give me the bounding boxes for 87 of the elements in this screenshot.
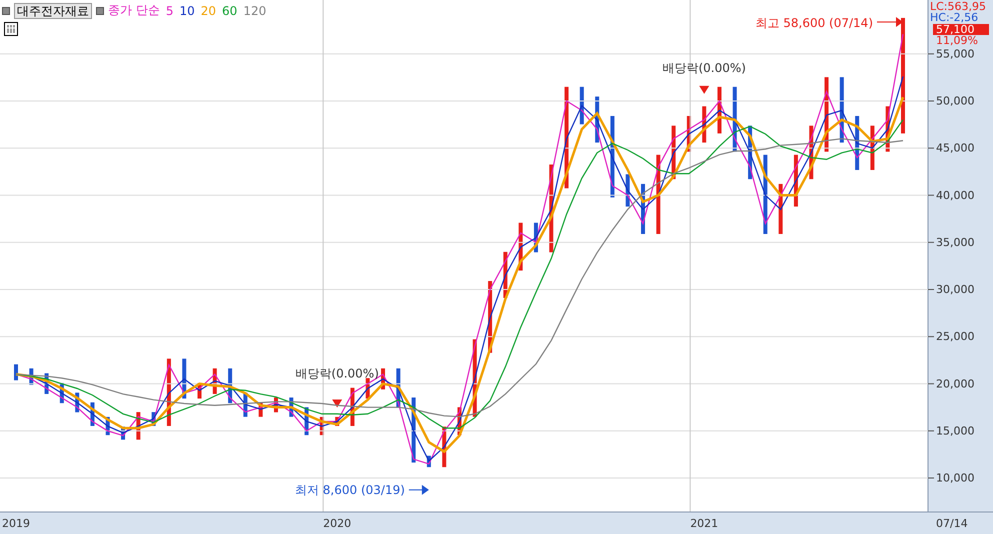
candle [518,222,523,271]
candle [274,398,278,412]
candle [426,456,431,468]
candle [335,416,340,426]
legend-label: 5 [166,4,174,18]
ex-dividend-marker-drawing [332,399,342,408]
candle [534,222,538,252]
candle [702,106,706,143]
candle [243,392,248,417]
candle [29,368,34,385]
candle [212,368,217,394]
high-price-label: 최고 58,600 (07/14) [755,16,873,30]
candle [75,392,80,412]
candle [809,126,814,180]
x-axis-label: 2021 [690,517,718,530]
legend-label: 60 [222,4,238,18]
candle [778,184,783,234]
candle [366,378,370,399]
ex-dividend-label: 배당락(0.00%) [295,366,379,380]
y-axis-label: 15,000 [936,424,974,438]
candle [595,96,600,143]
candle [121,426,126,440]
candle [106,416,110,436]
candle [458,407,462,436]
candle [886,106,890,152]
high-arrow [876,17,903,27]
low-arrow [408,484,429,495]
candle [198,382,202,399]
last-date-label: 07/14 [936,517,968,530]
change-percent: 11,09% [936,35,978,46]
candle [14,364,18,380]
candle [258,402,263,417]
candle [732,86,737,152]
candle [870,126,874,170]
candle [794,154,798,207]
candle [641,184,646,234]
y-axis-label: 20,000 [936,377,974,390]
y-axis-label: 30,000 [936,283,974,296]
table-icon[interactable] [4,22,18,36]
hc-value: HC:-2,56 [930,12,978,23]
candle [855,116,860,170]
x-axis-label: 2020 [323,517,352,530]
y-axis-label: 55,000 [936,47,974,60]
legend-label: 10 [179,4,195,18]
x-axis-label: 2019 [2,517,30,530]
candle [152,412,156,426]
y-axis-label: 25,000 [936,330,974,344]
current-price-badge: 57,100 [933,24,989,35]
y-axis-label: 50,000 [936,94,974,108]
candle [503,252,508,298]
legend-label: 120 [243,4,266,18]
candle [748,126,752,180]
candle [488,281,492,353]
stock-name-button[interactable]: 대주전자재료 [14,2,92,18]
candle [289,398,294,417]
candle [166,358,171,426]
candle [60,382,64,404]
candle [412,398,416,463]
candle [228,368,232,404]
y-axis-label: 35,000 [936,236,974,249]
candle [182,358,186,399]
y-axis-label: 10,000 [936,472,974,484]
legend-label: 20 [200,4,216,18]
lc-value: LC:563,95 [930,1,986,12]
candle [717,86,722,134]
candle [626,174,630,207]
ex-dividend-marker-drawing [699,86,710,94]
candle [90,402,94,426]
candle [686,116,691,152]
candle [136,412,140,440]
candle [442,426,446,468]
y-axis-label: 40,000 [936,188,974,202]
candle [396,368,400,408]
candle [44,373,49,394]
candle [381,368,386,390]
ex-dividend-label: 배당락(0.00%) [662,60,746,75]
low-price-label: 최저 8,600 (03/19) [294,482,405,497]
ma-type-label: 종가 단순 [108,2,160,19]
candle [672,126,676,180]
candle [580,86,584,124]
square-icon [96,6,104,14]
y-axis-label: 45,000 [936,142,974,155]
square-icon [2,6,10,14]
candle [320,416,324,436]
candle [304,407,309,436]
candle [350,388,354,426]
candle [840,77,844,143]
